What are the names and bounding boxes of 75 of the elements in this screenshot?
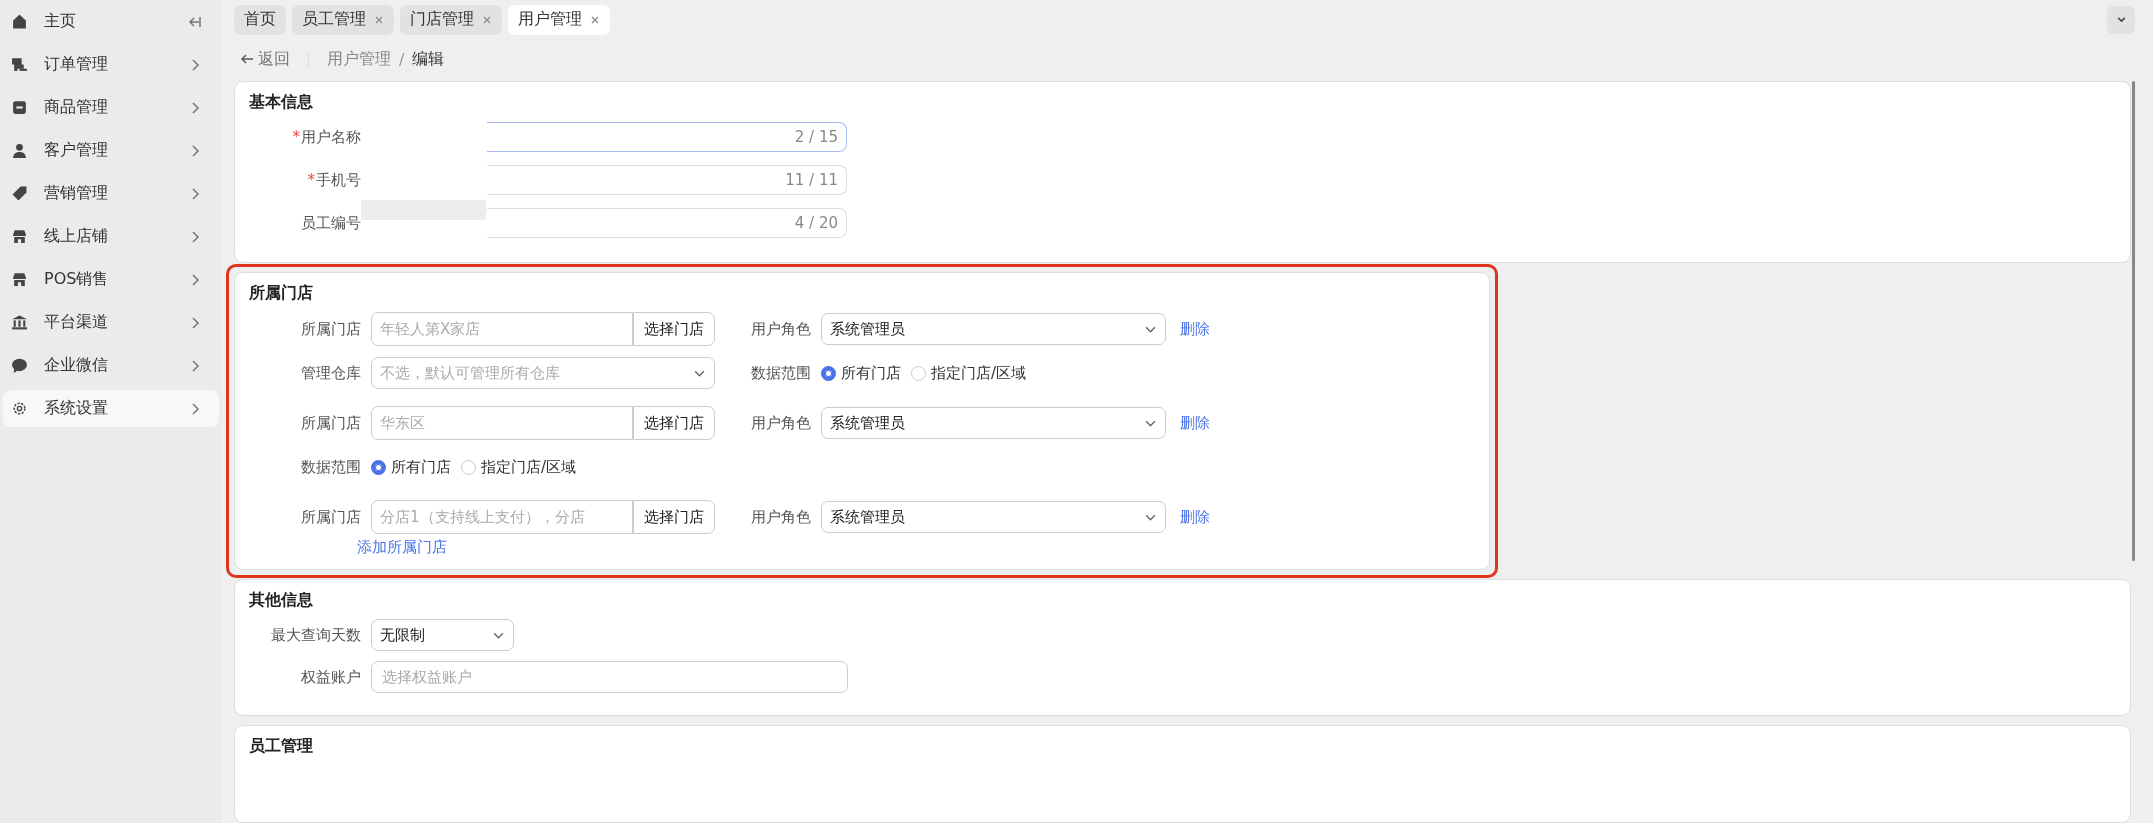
radio-button[interactable] (821, 365, 836, 381)
page-tab[interactable]: 用户管理 (508, 4, 610, 35)
radio-option[interactable]: 指定门店/区域 (461, 457, 577, 477)
sidebar-item[interactable]: 主页 (3, 3, 219, 40)
page-tab[interactable]: 首页 (234, 4, 286, 35)
input-field[interactable]: 4 / 20 (487, 208, 847, 238)
settings-icon (11, 400, 28, 417)
sidebar-item[interactable]: 平台渠道 (3, 304, 219, 341)
days-select[interactable]: 无限制 (371, 619, 514, 651)
role-select[interactable]: 系统管理员 (821, 501, 1166, 533)
breadcrumb-item: 编辑 (412, 48, 445, 70)
sidebar-item[interactable]: 系统设置 (3, 390, 219, 427)
sidebar-item[interactable]: 营销管理 (3, 175, 219, 212)
delete-link[interactable]: 删除 (1180, 413, 1210, 433)
field-label: *用户名称 (291, 127, 362, 147)
tabs-dropdown-button[interactable] (2107, 5, 2135, 34)
breadcrumb-separator: / (399, 49, 405, 69)
field-label: 员工编号 (300, 213, 362, 233)
field-label: 所属门店 (300, 413, 362, 433)
field-label: 用户角色 (750, 507, 812, 527)
field-label: 数据范围 (750, 363, 812, 383)
field-label: 数据范围 (300, 457, 362, 477)
sidebar-item[interactable]: 订单管理 (3, 46, 219, 83)
sidebar-item[interactable]: 客户管理 (3, 132, 219, 169)
store-icon (11, 271, 28, 288)
bank-icon (11, 314, 28, 331)
add-store-link[interactable]: 添加所属门店 (357, 538, 447, 556)
box-icon (11, 99, 28, 116)
delete-link[interactable]: 删除 (1180, 507, 1210, 527)
store-input[interactable]: 分店1（支持线上支付），分店 (371, 500, 633, 534)
back-link[interactable]: 返回 (240, 48, 290, 70)
store-input[interactable]: 年轻人第X家店 (371, 312, 633, 346)
field-label: 管理仓库 (300, 363, 362, 383)
user-icon (11, 142, 28, 159)
section-title: 其他信息 (249, 590, 314, 611)
input-field[interactable]: 2 / 15 (487, 122, 847, 152)
field-label: 所属门店 (300, 319, 362, 339)
page-tab[interactable]: 员工管理 (292, 4, 394, 35)
store-input[interactable]: 华东区 (371, 406, 633, 440)
field-label: *手机号 (306, 170, 362, 190)
sidebar-item[interactable]: POS销售 (3, 261, 219, 298)
tag-icon (11, 185, 28, 202)
page-tab[interactable]: 门店管理 (400, 4, 502, 35)
sidebar-item[interactable]: 商品管理 (3, 89, 219, 126)
sidebar-item[interactable]: 企业微信 (3, 347, 219, 384)
field-label: 用户角色 (750, 413, 812, 433)
select-store-button[interactable]: 选择门店 (633, 500, 715, 534)
account-input[interactable]: 选择权益账户 (371, 661, 848, 693)
field-label: 最大查询天数 (270, 625, 362, 645)
arrow-left-icon (240, 52, 254, 66)
chat-bubble-icon (11, 357, 28, 374)
section-title: 基本信息 (249, 92, 314, 113)
radio-button[interactable] (371, 459, 386, 475)
close-icon[interactable] (374, 14, 384, 25)
radio-option[interactable]: 所有门店 (821, 363, 901, 383)
role-select[interactable]: 系统管理员 (821, 313, 1166, 345)
receipt-icon (11, 56, 28, 73)
field-label: 用户角色 (750, 319, 812, 339)
close-icon[interactable] (482, 14, 492, 25)
role-select[interactable]: 系统管理员 (821, 407, 1166, 439)
section-title: 员工管理 (249, 736, 314, 757)
field-label: 所属门店 (300, 507, 362, 527)
store-icon (11, 228, 28, 245)
home-icon (11, 13, 28, 30)
delete-link[interactable]: 删除 (1180, 319, 1210, 339)
input-field[interactable]: 11 / 11 (487, 165, 847, 195)
scrollbar[interactable] (2132, 81, 2135, 561)
select-store-button[interactable]: 选择门店 (633, 312, 715, 346)
radio-option[interactable]: 所有门店 (371, 457, 451, 477)
select-store-button[interactable]: 选择门店 (633, 406, 715, 440)
section-title: 所属门店 (249, 283, 314, 304)
field-label: 权益账户 (300, 667, 362, 687)
close-icon[interactable] (590, 14, 600, 25)
radio-option[interactable]: 指定门店/区域 (911, 363, 1027, 383)
sidebar-item[interactable]: 线上店铺 (3, 218, 219, 255)
